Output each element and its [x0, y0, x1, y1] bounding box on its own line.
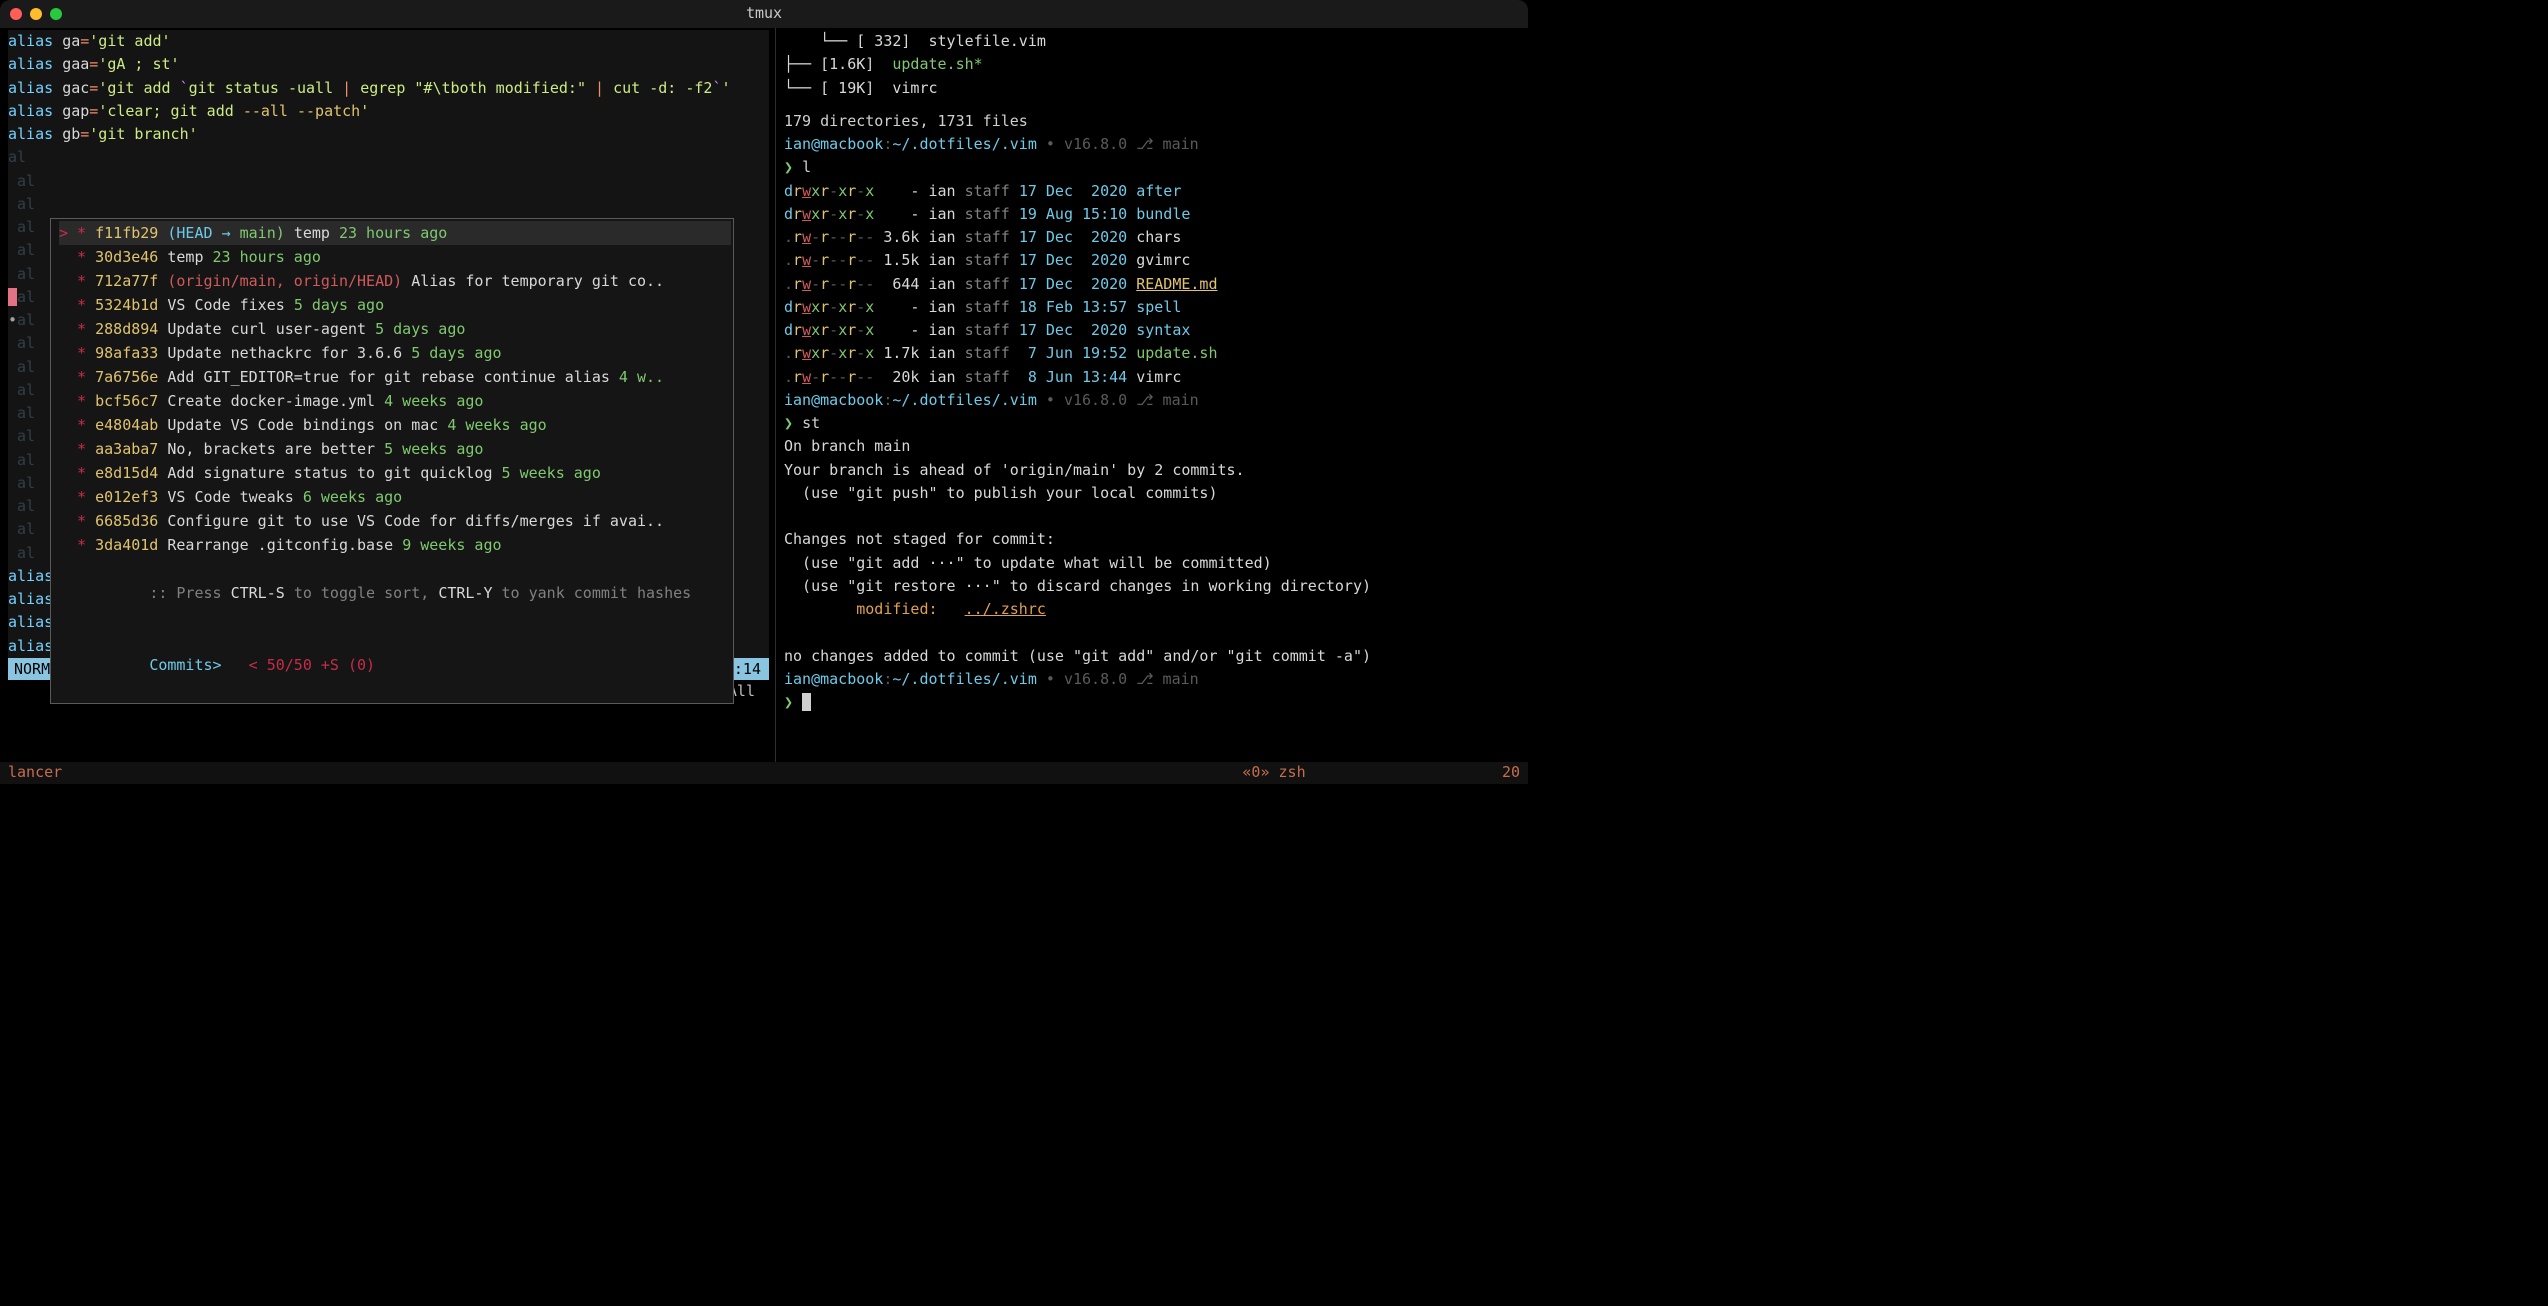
alias-stubs: al: [8, 146, 769, 169]
ls-row: .rw-r--r-- 1.5k ian staff 17 Dec 2020 gv…: [784, 249, 1522, 272]
tree-output: └── [ 332] stylefile.vim├── [1.6K] updat…: [784, 30, 1522, 100]
shell-prompt-3: ian@macbook:~/.dotfiles/.vim • v16.8.0 ⎇…: [784, 668, 1522, 691]
titlebar: tmux: [0, 0, 1528, 28]
tmux-right: 20: [1502, 761, 1520, 784]
commit-row[interactable]: > * f11fb29 (HEAD → main) temp 23 hours …: [59, 221, 731, 245]
git-line: [784, 505, 1522, 528]
commit-row[interactable]: * e8d15d4 Add signature status to git qu…: [59, 461, 731, 485]
git-tail: no changes added to commit (use "git add…: [784, 645, 1522, 668]
shell-prompt-1: ian@macbook:~/.dotfiles/.vim • v16.8.0 ⎇…: [784, 133, 1522, 156]
alias-line: alias gaa='gA ; st': [8, 53, 769, 76]
tmux-panes: alias ga='git add'alias gaa='gA ; st'ali…: [0, 28, 1528, 762]
alias-line: alias gap='clear; git add --all --patch': [8, 100, 769, 123]
terminal-window: tmux alias ga='git add'alias gaa='gA ; s…: [0, 0, 1528, 784]
ls-row: drwxr-xr-x - ian staff 17 Dec 2020 after: [784, 180, 1522, 203]
shell-cursor-line[interactable]: ❯: [784, 691, 1522, 714]
commit-row[interactable]: * 288d894 Update curl user-agent 5 days …: [59, 317, 731, 341]
commit-row[interactable]: * e4804ab Update VS Code bindings on mac…: [59, 413, 731, 437]
zoom-icon[interactable]: [50, 8, 62, 20]
git-line: On branch main: [784, 435, 1522, 458]
commit-row[interactable]: * 5324b1d VS Code fixes 5 days ago: [59, 293, 731, 317]
alias-line: alias ga='git add': [8, 30, 769, 53]
ls-row: .rw-r--r-- 644 ian staff 17 Dec 2020 REA…: [784, 273, 1522, 296]
ls-row: drwxr-xr-x - ian staff 19 Aug 15:10 bund…: [784, 203, 1522, 226]
commit-row[interactable]: * e012ef3 VS Code tweaks 6 weeks ago: [59, 485, 731, 509]
shell-cmd-1: ❯ l: [784, 156, 1522, 179]
ls-row: drwxr-xr-x - ian staff 18 Feb 13:57 spel…: [784, 296, 1522, 319]
commit-row[interactable]: * 98afa33 Update nethackrc for 3.6.6 5 d…: [59, 341, 731, 365]
tmux-window: «0» zsh: [1242, 761, 1305, 784]
vim-pane[interactable]: alias ga='git add'alias gaa='gA ; st'ali…: [0, 28, 775, 762]
git-status-output: On branch mainYour branch is ahead of 'o…: [784, 435, 1522, 598]
tmux-status-bar: lancer «0» zsh 20: [0, 762, 1528, 784]
traffic-lights: [10, 8, 62, 20]
commit-row[interactable]: * 6685d36 Configure git to use VS Code f…: [59, 509, 731, 533]
shell-prompt-2: ian@macbook:~/.dotfiles/.vim • v16.8.0 ⎇…: [784, 389, 1522, 412]
ls-row: .rw-r--r-- 20k ian staff 8 Jun 13:44 vim…: [784, 366, 1522, 389]
ls-row: .rw-r--r-- 3.6k ian staff 17 Dec 2020 ch…: [784, 226, 1522, 249]
commit-row[interactable]: * aa3aba7 No, brackets are better 5 week…: [59, 437, 731, 461]
git-line: (use "git push" to publish your local co…: [784, 482, 1522, 505]
commit-row[interactable]: * 3da401d Rearrange .gitconfig.base 9 we…: [59, 533, 731, 557]
git-line: (use "git restore ···" to discard change…: [784, 575, 1522, 598]
git-modified-row: modified: ../.zshrc: [784, 598, 1522, 621]
shell-pane[interactable]: └── [ 332] stylefile.vim├── [1.6K] updat…: [775, 28, 1528, 762]
window-title: tmux: [746, 2, 782, 25]
fzf-commits-popup[interactable]: > * f11fb29 (HEAD → main) temp 23 hours …: [50, 218, 734, 704]
commit-row[interactable]: * 712a77f (origin/main, origin/HEAD) Ali…: [59, 269, 731, 293]
alias-line: alias gac='git add `git status -uall | e…: [8, 77, 769, 100]
shell-cmd-2: ❯ st: [784, 412, 1522, 435]
close-icon[interactable]: [10, 8, 22, 20]
commit-row[interactable]: * 30d3e46 temp 23 hours ago: [59, 245, 731, 269]
minimize-icon[interactable]: [30, 8, 42, 20]
tree-row: └── [ 19K] vimrc: [784, 77, 1522, 100]
commit-row[interactable]: * 7a6756e Add GIT_EDITOR=true for git re…: [59, 365, 731, 389]
tree-summary: 179 directories, 1731 files: [784, 110, 1522, 133]
aliases-top: alias ga='git add'alias gaa='gA ; st'ali…: [8, 30, 769, 146]
fzf-hint: :: Press CTRL-S to toggle sort, CTRL-Y t…: [59, 557, 731, 629]
fzf-prompt[interactable]: Commits> < 50/50 +S (0): [59, 629, 731, 701]
tree-row: └── [ 332] stylefile.vim: [784, 30, 1522, 53]
git-line: Your branch is ahead of 'origin/main' by…: [784, 459, 1522, 482]
git-line: Changes not staged for commit:: [784, 528, 1522, 551]
ls-row: drwxr-xr-x - ian staff 17 Dec 2020 synta…: [784, 319, 1522, 342]
alias-line: alias gb='git branch': [8, 123, 769, 146]
tree-row: ├── [1.6K] update.sh*: [784, 53, 1522, 76]
blank: [784, 621, 1522, 644]
cursor-icon: [802, 693, 811, 711]
ls-row: .rwxr-xr-x 1.7k ian staff 7 Jun 19:52 up…: [784, 342, 1522, 365]
commit-row[interactable]: * bcf56c7 Create docker-image.yml 4 week…: [59, 389, 731, 413]
git-line: (use "git add ···" to update what will b…: [784, 552, 1522, 575]
ls-output: drwxr-xr-x - ian staff 17 Dec 2020 after…: [784, 180, 1522, 389]
